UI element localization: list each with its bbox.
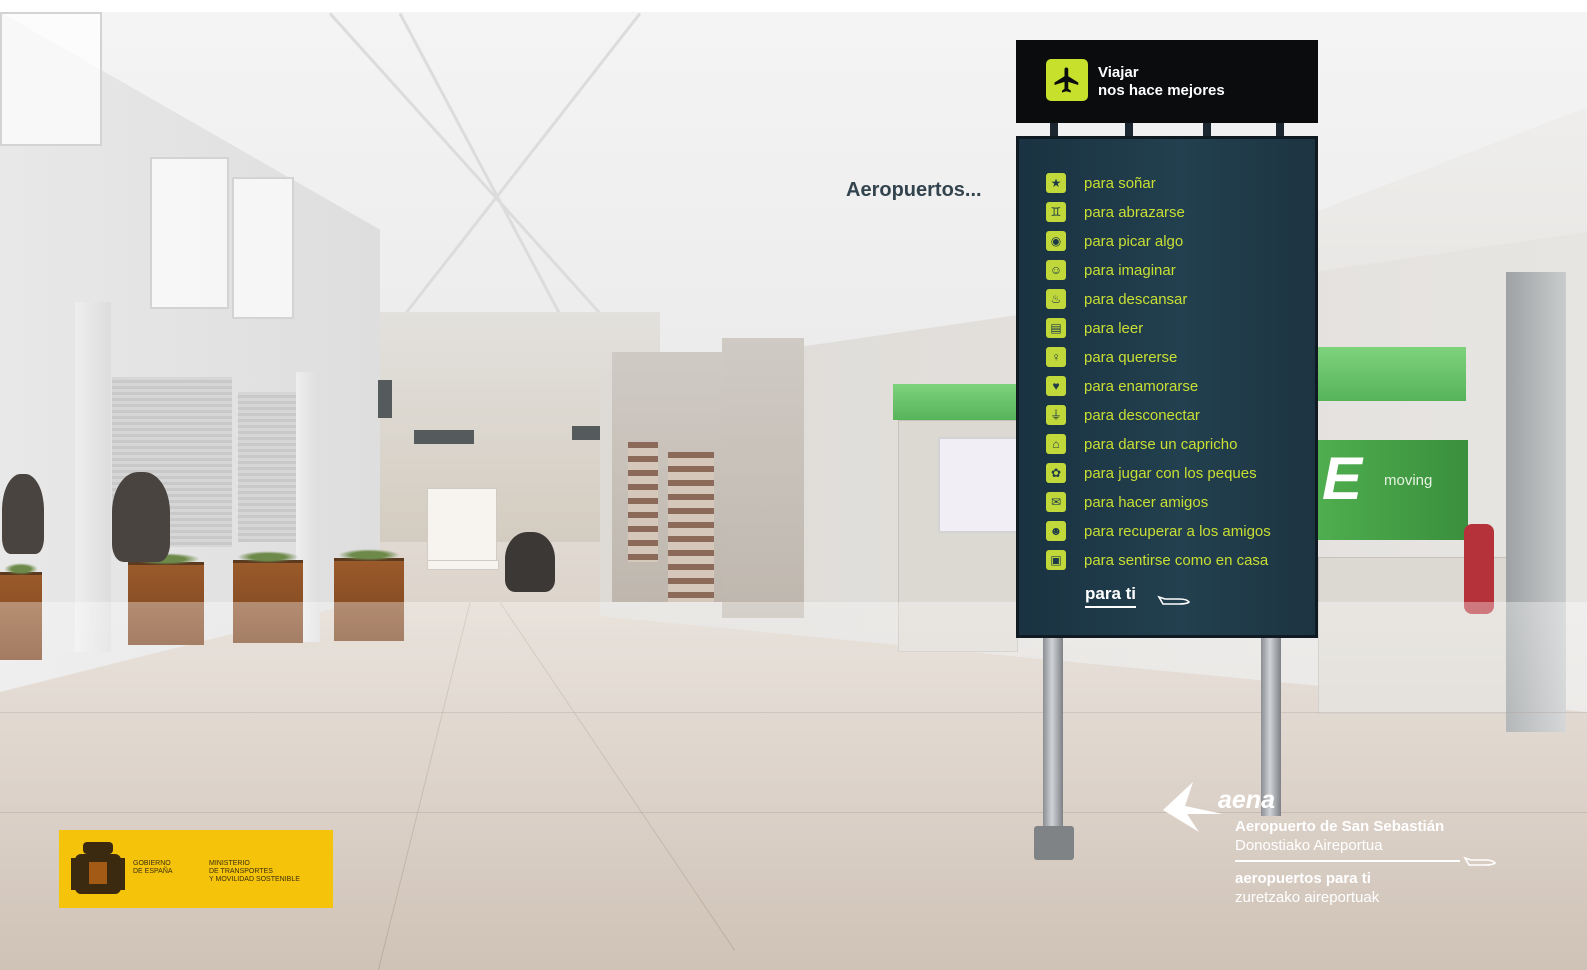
fire-extinguisher <box>1464 524 1494 614</box>
window <box>0 12 102 146</box>
plug-icon: ⏚ <box>1046 405 1066 425</box>
aena-brand: aena <box>1218 786 1275 814</box>
shop-sign-letter: E <box>1322 445 1363 512</box>
sign-item-label: para quererse <box>1084 348 1178 366</box>
sign-item: ▣ para sentirse como en casa <box>1046 548 1268 572</box>
person <box>112 472 170 562</box>
pillar <box>75 302 111 652</box>
sign-item-label: para leer <box>1084 319 1144 337</box>
rental-desk-sign <box>893 384 1018 420</box>
sign-item-label: para jugar con los peques <box>1084 464 1257 482</box>
chat-icon: ✉ <box>1046 492 1066 512</box>
sign-item: ✿ para jugar con los peques <box>1046 461 1257 485</box>
sign-pole-foot <box>1034 826 1074 860</box>
sign-item: ☻ para recuperar a los amigos <box>1046 519 1271 543</box>
info-desk <box>427 488 497 568</box>
aena-bird-icon <box>1163 782 1223 832</box>
closed-shutter <box>238 392 296 542</box>
sign-item-label: para imaginar <box>1084 261 1176 279</box>
sign-footer: para ti <box>1085 584 1137 608</box>
window <box>150 157 229 309</box>
sign-item-label: para recuperar a los amigos <box>1084 522 1271 540</box>
kiosk-window <box>938 437 1018 533</box>
gobierno-text: GOBIERNO DE ESPAÑA <box>133 860 173 875</box>
landing-plane-icon <box>1463 856 1497 866</box>
sign-panel: ★ para soñar ♊ para abrazarse ◉ para picar … <box>1016 136 1318 638</box>
sign-header-line-1: Viajar <box>1098 64 1139 81</box>
airport-name: Aeropuerto de San Sebastián <box>1235 818 1445 835</box>
mirror-icon: ♀ <box>1046 347 1066 367</box>
smile-icon: ☺ <box>1046 260 1066 280</box>
sign-item-label: para descansar <box>1084 290 1188 308</box>
sign-item: ▤ para leer <box>1046 316 1143 340</box>
sign-item: ⏚ para desconectar <box>1046 403 1200 427</box>
heart-icon: ♥ <box>1046 376 1066 396</box>
suitcase-icon: ▣ <box>1046 550 1066 570</box>
hug-icon: ♊ <box>1046 202 1066 222</box>
sign-header-line-2: nos hace mejores <box>1098 82 1225 99</box>
sign-header: Viajar nos hace mejores <box>1016 40 1318 123</box>
aena-logo: aena Aeropuerto de San Sebastián Donosti… <box>1163 780 1503 920</box>
sign-item-label: para desconectar <box>1084 406 1200 424</box>
people-icon: ☻ <box>1046 521 1066 541</box>
coat-of-arms-icon <box>71 842 125 894</box>
sign-item: ◉ para picar algo <box>1046 229 1183 253</box>
seated-person <box>505 532 555 592</box>
shop-shelf <box>628 442 658 562</box>
airport-name-basque: Donostiako Aireportua <box>1235 837 1383 854</box>
airplane-icon <box>1046 59 1088 101</box>
sign-item-label: para picar algo <box>1084 232 1184 250</box>
book-icon: ▤ <box>1046 318 1066 338</box>
ministerio-text: MINISTERIO DE TRANSPORTES Y MOVILIDAD SO… <box>209 860 300 883</box>
sign-item: ♥ para enamorarse <box>1046 374 1198 398</box>
sign-item: ♀ para quererse <box>1046 345 1177 369</box>
wayfinding-sign <box>378 380 392 418</box>
shop-shelf <box>668 452 714 602</box>
wayfinding-sign <box>414 430 474 444</box>
star-icon: ★ <box>1046 173 1066 193</box>
sign-item: ☺ para imaginar <box>1046 258 1176 282</box>
sign-item: ★ para soñar <box>1046 171 1156 195</box>
rest-icon: ♨ <box>1046 289 1066 309</box>
sign-item-label: para hacer amigos <box>1084 493 1209 511</box>
sign-item: ✉ para hacer amigos <box>1046 490 1208 514</box>
sign-item: ⌂ para darse un capricho <box>1046 432 1237 456</box>
window <box>232 177 294 319</box>
sign-item: ♊ para abrazarse <box>1046 200 1185 224</box>
sign-item-label: para sentirse como en casa <box>1084 551 1269 569</box>
sign-item: ♨ para descansar <box>1046 287 1187 311</box>
sign-item-label: para darse un capricho <box>1084 435 1238 453</box>
shop-front <box>722 338 804 618</box>
person <box>2 474 44 554</box>
sign-item-label: para soñar <box>1084 174 1156 192</box>
desk-top <box>427 560 499 570</box>
sign-item-label: para abrazarse <box>1084 203 1185 221</box>
food-icon: ◉ <box>1046 231 1066 251</box>
landing-plane-icon <box>1157 595 1191 605</box>
rental-desk-sign <box>1318 347 1466 401</box>
shopping-bag-icon: ⌂ <box>1046 434 1066 454</box>
shop-sign-text: moving <box>1384 472 1433 489</box>
aena-slogan: aeropuertos para ti <box>1235 870 1371 887</box>
sign-heading: Aeropuertos... <box>846 179 982 201</box>
sign-item-label: para enamorarse <box>1084 377 1199 395</box>
aena-divider <box>1235 860 1460 862</box>
government-logo: GOBIERNO DE ESPAÑA MINISTERIO DE TRANSPO… <box>59 830 333 908</box>
toy-icon: ✿ <box>1046 463 1066 483</box>
sign-pole <box>1043 636 1063 848</box>
aena-slogan-basque: zuretzako aireportuak <box>1235 889 1380 906</box>
